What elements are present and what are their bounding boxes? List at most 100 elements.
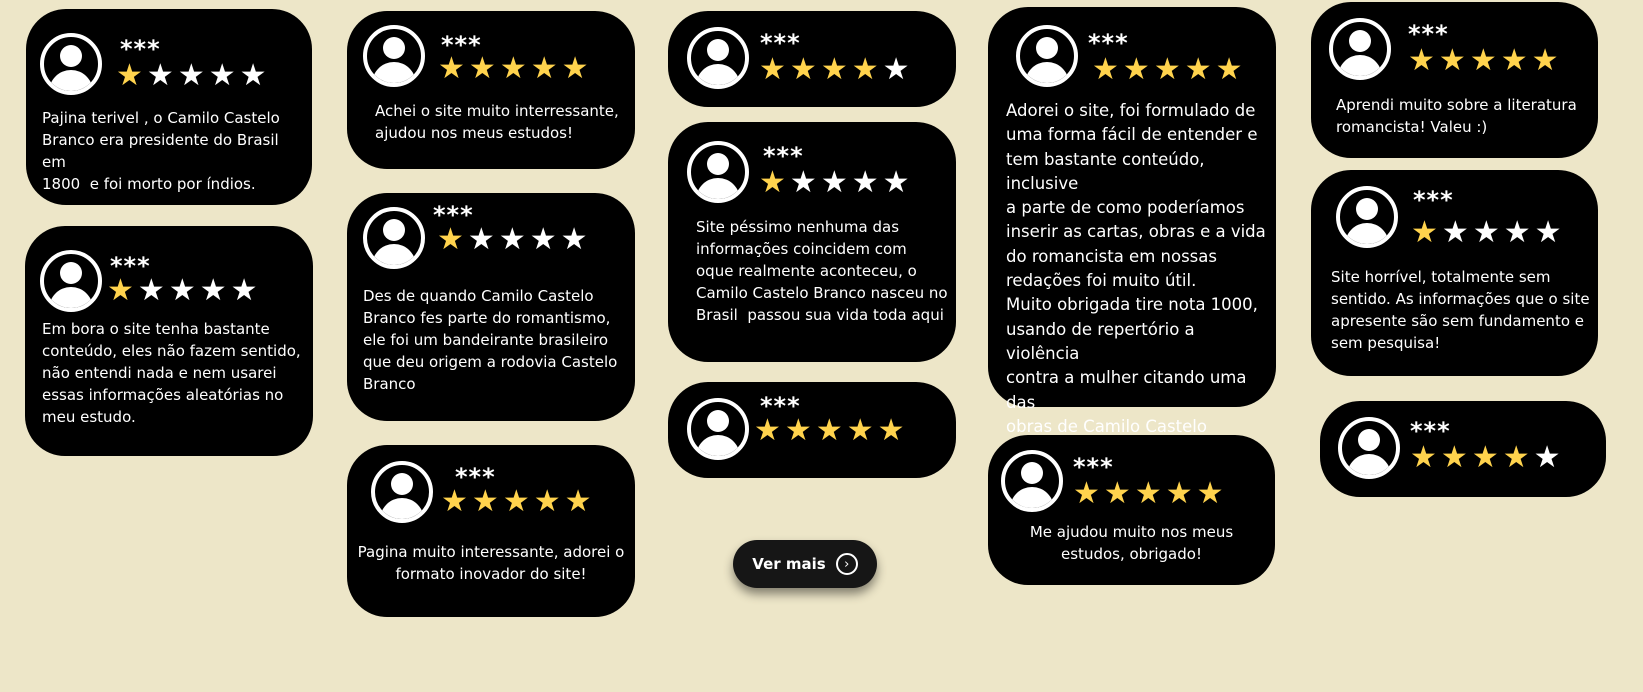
star-icon: ★ bbox=[1438, 43, 1466, 78]
user-avatar-icon bbox=[1016, 25, 1078, 87]
star-icon: ★ bbox=[1408, 43, 1435, 78]
star-icon: ★ bbox=[107, 273, 134, 308]
user-avatar-icon bbox=[687, 398, 749, 460]
star-icon: ★ bbox=[1441, 215, 1469, 250]
star-rating: ★ ★ ★ ★ ★ bbox=[1073, 479, 1224, 509]
star-rating: ★ ★ ★ ★ ★ bbox=[438, 54, 589, 84]
star-icon: ★ bbox=[468, 51, 496, 86]
star-icon: ★ bbox=[1153, 52, 1181, 87]
star-rating: ★ ★ ★ ★ ★ bbox=[441, 487, 592, 517]
star-icon: ★ bbox=[208, 58, 236, 93]
star-icon: ★ bbox=[789, 165, 817, 200]
review-comment: Site horrível, totalmente sem sentido. A… bbox=[1331, 268, 1590, 352]
star-icon: ★ bbox=[759, 52, 786, 87]
review-card: *** ★ ★ ★ ★ ★ Site horrível, totalmente sem … bbox=[1311, 170, 1598, 376]
user-avatar-icon bbox=[40, 33, 102, 95]
review-comment: Me ajudou muito nos meus estudos, obriga… bbox=[1029, 523, 1234, 563]
review-comment: Pagina muito interessante, adorei o form… bbox=[357, 543, 625, 583]
star-icon: ★ bbox=[1073, 476, 1100, 511]
star-rating: ★ ★ ★ ★ ★ bbox=[1092, 55, 1243, 85]
star-rating: ★ ★ ★ ★ ★ bbox=[1408, 46, 1559, 76]
star-icon: ★ bbox=[530, 51, 558, 86]
reviewer-name: *** bbox=[1413, 186, 1454, 214]
star-icon: ★ bbox=[1502, 440, 1530, 475]
star-icon: ★ bbox=[1471, 440, 1499, 475]
review-card: *** ★ ★ ★ ★ ★ Em bora o site tenha bastante … bbox=[25, 226, 313, 456]
star-icon: ★ bbox=[564, 484, 592, 519]
star-icon: ★ bbox=[1534, 215, 1562, 250]
star-icon: ★ bbox=[851, 52, 879, 87]
star-rating: ★ ★ ★ ★ ★ bbox=[1411, 218, 1562, 248]
star-icon: ★ bbox=[502, 484, 530, 519]
star-icon: ★ bbox=[437, 222, 464, 257]
review-card: *** ★ ★ ★ ★ ★ Pagina muito interessante, ado… bbox=[347, 445, 635, 617]
star-icon: ★ bbox=[529, 222, 557, 257]
user-avatar-icon bbox=[1001, 450, 1063, 512]
star-icon: ★ bbox=[239, 58, 267, 93]
star-icon: ★ bbox=[498, 222, 526, 257]
star-icon: ★ bbox=[438, 51, 465, 86]
star-icon: ★ bbox=[1215, 52, 1243, 87]
review-comment: Achei o site muito interressante, ajudou… bbox=[375, 102, 619, 142]
star-rating: ★ ★ ★ ★ ★ bbox=[107, 276, 258, 306]
star-rating: ★ ★ ★ ★ ★ bbox=[1410, 443, 1561, 473]
review-comment: Pajina terivel , o Camilo Castelo Branco… bbox=[42, 109, 280, 193]
star-icon: ★ bbox=[1411, 215, 1438, 250]
star-icon: ★ bbox=[1472, 215, 1500, 250]
star-icon: ★ bbox=[846, 413, 874, 448]
chevron-right-circle-icon: › bbox=[835, 553, 858, 575]
user-avatar-icon bbox=[371, 461, 433, 523]
star-icon: ★ bbox=[1440, 440, 1468, 475]
star-icon: ★ bbox=[789, 52, 817, 87]
star-icon: ★ bbox=[533, 484, 561, 519]
review-card: *** ★ ★ ★ ★ ★ bbox=[668, 382, 956, 478]
star-icon: ★ bbox=[1533, 440, 1561, 475]
review-comment: Des de quando Camilo Castelo Branco fes … bbox=[363, 287, 618, 393]
user-avatar-icon bbox=[1329, 18, 1391, 80]
star-icon: ★ bbox=[851, 165, 879, 200]
star-icon: ★ bbox=[815, 413, 843, 448]
star-icon: ★ bbox=[820, 52, 848, 87]
review-card: *** ★ ★ ★ ★ ★ Des de quando Camilo Castelo B… bbox=[347, 193, 635, 421]
star-rating: ★ ★ ★ ★ ★ bbox=[437, 225, 588, 255]
review-card: *** ★ ★ ★ ★ ★ bbox=[1320, 401, 1606, 497]
star-icon: ★ bbox=[230, 273, 258, 308]
star-icon: ★ bbox=[1196, 476, 1224, 511]
star-icon: ★ bbox=[146, 58, 174, 93]
review-comment: Em bora o site tenha bastante conteúdo, … bbox=[42, 320, 301, 426]
star-icon: ★ bbox=[784, 413, 812, 448]
star-icon: ★ bbox=[471, 484, 499, 519]
user-avatar-icon bbox=[687, 141, 749, 203]
star-rating: ★ ★ ★ ★ ★ bbox=[116, 61, 267, 91]
review-card: *** ★ ★ ★ ★ ★ Adorei o site, foi formulado d… bbox=[988, 7, 1276, 460]
star-icon: ★ bbox=[759, 165, 786, 200]
review-card: *** ★ ★ ★ ★ ★ Aprendi muito sobre a literatu… bbox=[1311, 2, 1598, 158]
star-icon: ★ bbox=[1122, 52, 1150, 87]
ver-mais-button[interactable]: Ver mais › bbox=[733, 540, 877, 588]
star-icon: ★ bbox=[1503, 215, 1531, 250]
user-avatar-icon bbox=[687, 27, 749, 89]
star-icon: ★ bbox=[820, 165, 848, 200]
star-icon: ★ bbox=[1469, 43, 1497, 78]
star-icon: ★ bbox=[1103, 476, 1131, 511]
star-icon: ★ bbox=[1531, 43, 1559, 78]
star-icon: ★ bbox=[137, 273, 165, 308]
review-card: *** ★ ★ ★ ★ ★ Me ajudou muito nos meus estud… bbox=[988, 435, 1275, 585]
star-icon: ★ bbox=[199, 273, 227, 308]
ver-mais-label: Ver mais bbox=[752, 555, 826, 573]
star-icon: ★ bbox=[877, 413, 905, 448]
review-comment: Site péssimo nenhuma das informações coi… bbox=[696, 218, 948, 324]
star-rating: ★ ★ ★ ★ ★ bbox=[759, 168, 910, 198]
star-icon: ★ bbox=[467, 222, 495, 257]
star-icon: ★ bbox=[1092, 52, 1119, 87]
user-avatar-icon bbox=[1336, 186, 1398, 248]
review-comment: Aprendi muito sobre a literatura romanci… bbox=[1336, 96, 1577, 136]
review-card: *** ★ ★ ★ ★ ★ Pajina terivel , o Camilo Cast… bbox=[26, 9, 312, 205]
star-icon: ★ bbox=[560, 222, 588, 257]
user-avatar-icon bbox=[40, 250, 102, 312]
review-comment: Adorei o site, foi formulado de uma form… bbox=[1006, 101, 1266, 460]
star-rating: ★ ★ ★ ★ ★ bbox=[754, 416, 905, 446]
star-icon: ★ bbox=[116, 58, 143, 93]
star-icon: ★ bbox=[441, 484, 468, 519]
star-icon: ★ bbox=[1500, 43, 1528, 78]
